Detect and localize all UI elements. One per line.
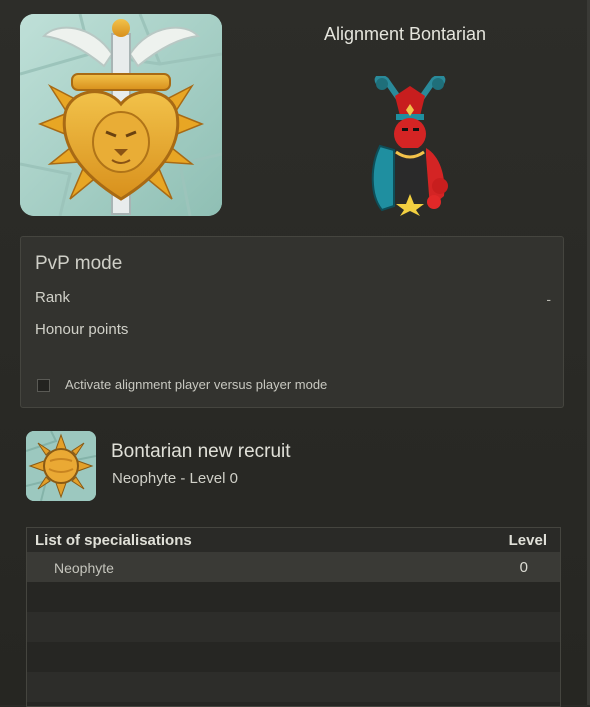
empty-row [27,642,560,672]
bontarian-emblem [20,14,222,216]
specialisations-table: List of specialisations Level Neophyte 0 [26,527,561,707]
rank-sun-icon [26,431,96,501]
table-row[interactable]: Neophyte 0 [27,552,560,582]
alignment-window: Alignment Bontarian PvP mode Rank - Hono… [0,0,590,707]
rank-value: - [546,291,551,307]
column-header-level[interactable]: Level [509,532,547,549]
empty-row [27,612,560,642]
specialisation-level: 0 [519,559,528,576]
empty-row [27,582,560,612]
pvp-panel: PvP mode Rank - Honour points Activate a… [20,236,564,408]
character-avatar [360,74,460,216]
pvp-mode-checkbox[interactable] [37,379,50,392]
empty-row [27,672,560,702]
alignment-title: Alignment Bontarian [323,24,487,44]
pvp-mode-checkbox-label[interactable]: Activate alignment player versus player … [65,377,327,392]
specialisation-name: Neophyte [54,560,114,576]
rank-subtitle: Neophyte - Level 0 [112,470,238,487]
rank-name: Bontarian new recruit [111,441,291,462]
pvp-mode-heading: PvP mode [35,253,123,274]
table-header: List of specialisations Level [27,528,560,552]
rank-label: Rank [35,289,71,306]
column-header-specialisations[interactable]: List of specialisations [35,532,192,549]
honour-points-label: Honour points [35,321,129,338]
